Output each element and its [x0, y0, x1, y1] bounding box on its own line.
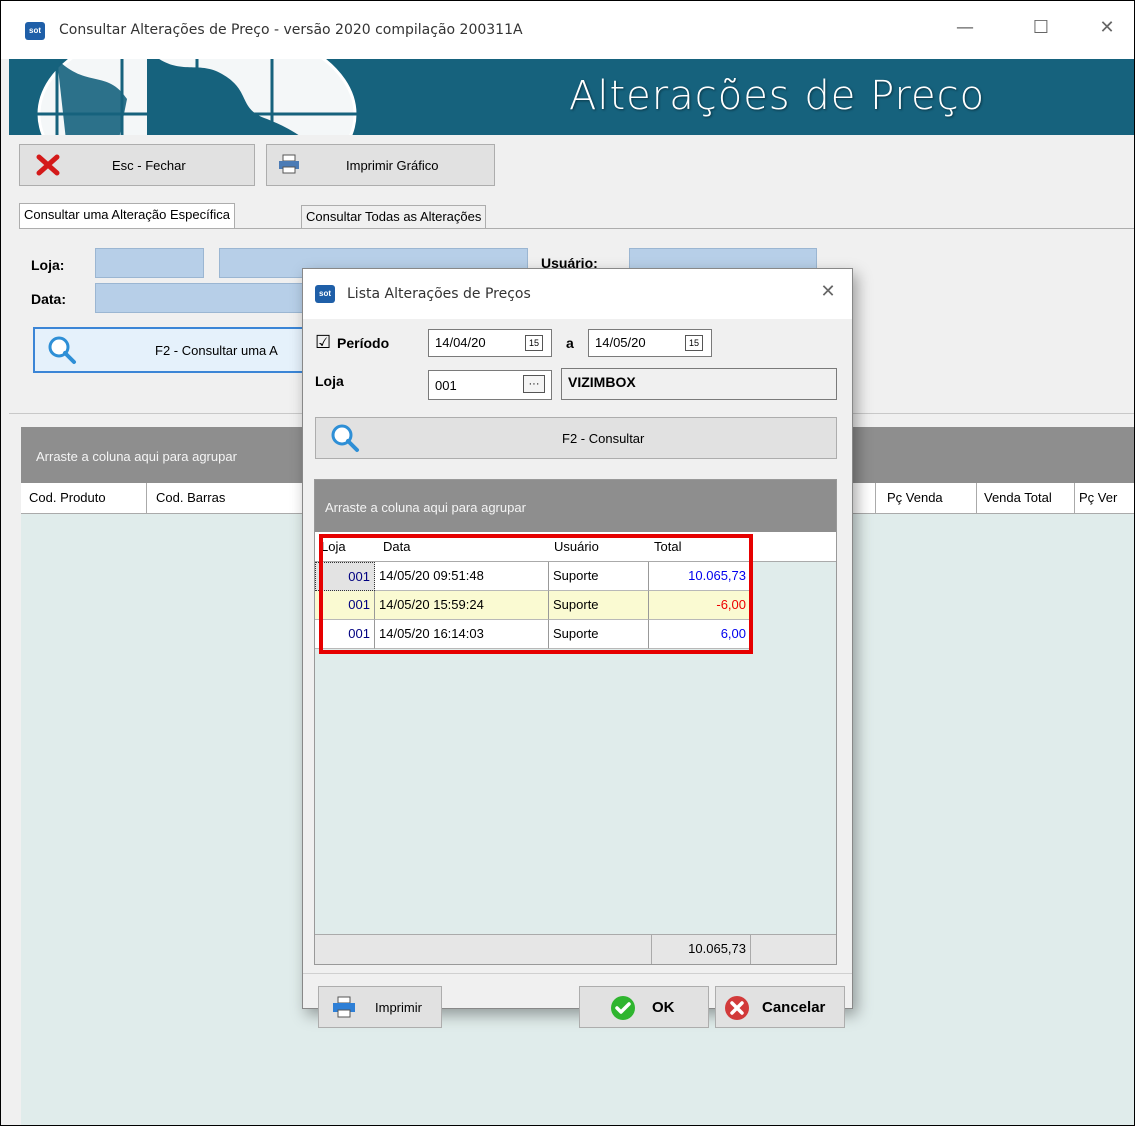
dialog-loja-code-input[interactable]: 001 ···	[428, 370, 552, 400]
printer-icon	[333, 996, 355, 1018]
date-to-value: 14/05/20	[595, 335, 646, 350]
col-divider	[146, 483, 147, 513]
ok-button[interactable]: OK	[579, 986, 709, 1028]
data-field[interactable]	[95, 283, 305, 313]
col-divider	[875, 483, 876, 513]
dialog-title-bar: sot Lista Alterações de Preços ✕	[303, 269, 852, 319]
col-header-venda-total[interactable]: Venda Total	[984, 490, 1052, 505]
lookup-ellipsis-button[interactable]: ···	[523, 375, 545, 393]
highlight-annotation-box	[319, 534, 753, 654]
window-title: Consultar Alterações de Preço - versão 2…	[59, 22, 523, 38]
magnifier-icon	[331, 424, 359, 452]
magnifier-icon	[48, 336, 76, 364]
dialog-app-icon: sot	[315, 285, 335, 303]
col-divider	[1074, 483, 1075, 513]
tab-consultar-todas[interactable]: Consultar Todas as Alterações	[301, 205, 487, 229]
dialog-loja-name-field: VIZIMBOX	[561, 368, 837, 400]
group-by-hint: Arraste a coluna aqui para agrupar	[36, 449, 237, 464]
close-button[interactable]: Esc - Fechar	[19, 144, 255, 186]
tab-divider	[19, 228, 1134, 229]
dialog-results-grid[interactable]: Arraste a coluna aqui para agrupar Loja …	[314, 479, 837, 965]
cancel-label: Cancelar	[762, 999, 826, 1016]
dialog-loja-label: Loja	[315, 373, 344, 389]
calendar-from-icon[interactable]: 15	[525, 335, 543, 351]
dialog-print-label: Imprimir	[375, 1000, 422, 1015]
globe-logo-icon	[37, 59, 357, 135]
dialog-group-by-bar[interactable]: Arraste a coluna aqui para agrupar	[315, 480, 836, 532]
dialog-close-button[interactable]: ✕	[808, 281, 848, 302]
grid-footer: 10.065,73	[315, 934, 836, 964]
check-icon	[611, 996, 635, 1020]
col-header-cod-barras[interactable]: Cod. Barras	[156, 490, 225, 505]
cancel-button[interactable]: Cancelar	[715, 986, 845, 1028]
app-icon: sot	[25, 22, 45, 40]
consultar-especifica-button[interactable]: F2 - Consultar uma A	[33, 327, 309, 373]
print-chart-label: Imprimir Gráfico	[346, 158, 439, 173]
col-header-pc-venda[interactable]: Pç Venda	[887, 490, 943, 505]
banner-title: Alterações de Preço	[569, 73, 986, 119]
loja-label: Loja:	[31, 257, 65, 273]
dialog-group-by-hint: Arraste a coluna aqui para agrupar	[325, 500, 526, 515]
footer-total: 10.065,73	[651, 935, 751, 964]
data-label: Data:	[31, 291, 67, 307]
col-header-cod-produto[interactable]: Cod. Produto	[29, 490, 106, 505]
periodo-label: Período	[337, 335, 390, 351]
col-divider	[976, 483, 977, 513]
col-header-pc-ver[interactable]: Pç Ver	[1079, 490, 1117, 505]
dialog-consultar-label: F2 - Consultar	[562, 431, 645, 446]
dialog-loja-code-value: 001	[435, 378, 457, 393]
title-bar: sot Consultar Alterações de Preço - vers…	[1, 1, 1134, 59]
printer-icon	[279, 154, 299, 174]
cancel-x-icon	[725, 996, 749, 1020]
date-from-value: 14/04/20	[435, 335, 486, 350]
dialog-title: Lista Alterações de Preços	[347, 286, 531, 302]
ok-label: OK	[652, 999, 675, 1016]
dialog-print-button[interactable]: Imprimir	[318, 986, 442, 1028]
calendar-to-icon[interactable]: 15	[685, 335, 703, 351]
date-from-input[interactable]: 14/04/20 15	[428, 329, 552, 357]
dialog-footer-divider	[303, 973, 852, 974]
close-window-button[interactable]: ✕	[1087, 17, 1127, 38]
consultar-especifica-label: F2 - Consultar uma A	[155, 343, 278, 358]
dialog-consultar-button[interactable]: F2 - Consultar	[315, 417, 837, 459]
close-button-label: Esc - Fechar	[112, 158, 186, 173]
tab-consultar-especifica[interactable]: Consultar uma Alteração Específica	[19, 203, 235, 229]
periodo-checkbox[interactable]: ☑	[315, 333, 331, 351]
minimize-button[interactable]: —	[945, 17, 985, 38]
lista-alteracoes-dialog: sot Lista Alterações de Preços ✕ ☑ Perío…	[302, 268, 853, 1028]
print-chart-button[interactable]: Imprimir Gráfico	[266, 144, 495, 186]
date-to-input[interactable]: 14/05/20 15	[588, 329, 712, 357]
close-x-icon	[36, 154, 60, 176]
loja-code-field[interactable]	[95, 248, 204, 278]
a-label: a	[566, 335, 574, 351]
header-banner: Alterações de Preço	[9, 59, 1134, 135]
maximize-button[interactable]: ☐	[1021, 17, 1061, 38]
